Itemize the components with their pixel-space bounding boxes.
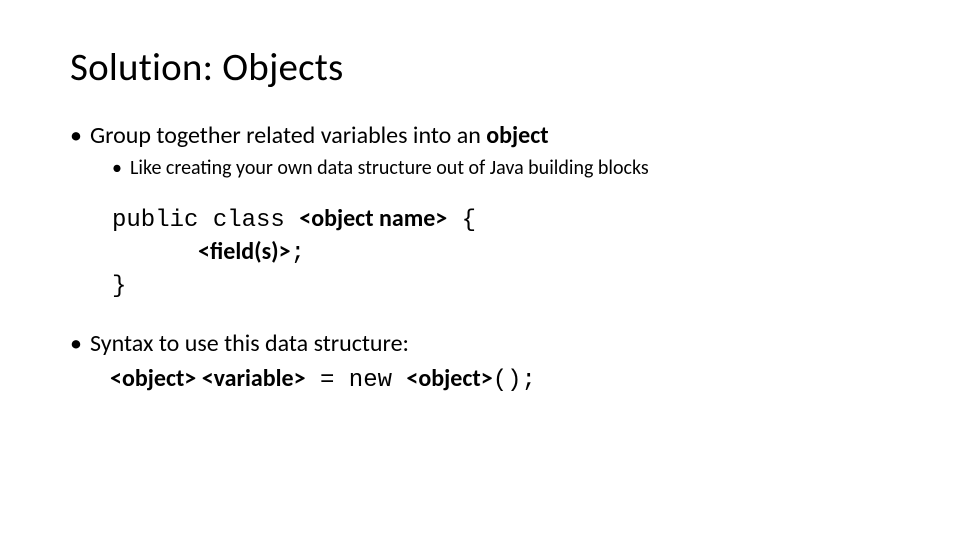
syntax-placeholder-variable: <variable> — [202, 364, 306, 393]
bullet-list: Group together related variables into an… — [70, 121, 890, 181]
code-block-class-definition: public class <object name> { <field(s)>;… — [112, 203, 890, 303]
syntax-equals-new: = new — [306, 367, 407, 394]
bullet-syntax-text: Syntax to use this data structure: — [90, 329, 409, 358]
syntax-placeholder-object-type: <object> — [110, 364, 196, 393]
bullet-text: Group together related variables into an — [90, 121, 486, 150]
syntax-parens-semicolon: (); — [493, 367, 536, 394]
code-line-1: public class <object name> { — [112, 203, 890, 236]
slide-title: Solution: Objects — [70, 44, 890, 91]
code-brace-open: { — [447, 207, 476, 234]
code-semicolon: ; — [291, 240, 305, 267]
sub-bullet-data-structure: Like creating your own data structure ou… — [112, 155, 890, 181]
code-line-2: <field(s)>; — [112, 236, 890, 269]
code-placeholder-fields: <field(s)> — [198, 237, 291, 266]
bullet-group-variables: Group together related variables into an… — [70, 121, 890, 181]
syntax-line: <object> <variable> = new <object>(); — [90, 363, 890, 396]
code-keyword-public-class: public class — [112, 207, 299, 234]
bullet-list-2: Syntax to use this data structure: <obje… — [70, 329, 890, 396]
code-line-3: } — [112, 269, 890, 302]
slide: Solution: Objects Group together related… — [0, 0, 960, 540]
code-placeholder-object-name: <object name> — [299, 204, 447, 233]
sub-bullet-list: Like creating your own data structure ou… — [112, 155, 890, 181]
bullet-syntax: Syntax to use this data structure: <obje… — [70, 329, 890, 396]
code-brace-close: } — [112, 273, 126, 300]
syntax-placeholder-object-ctor: <object> — [406, 364, 492, 393]
bullet-bold-object: object — [486, 121, 548, 150]
